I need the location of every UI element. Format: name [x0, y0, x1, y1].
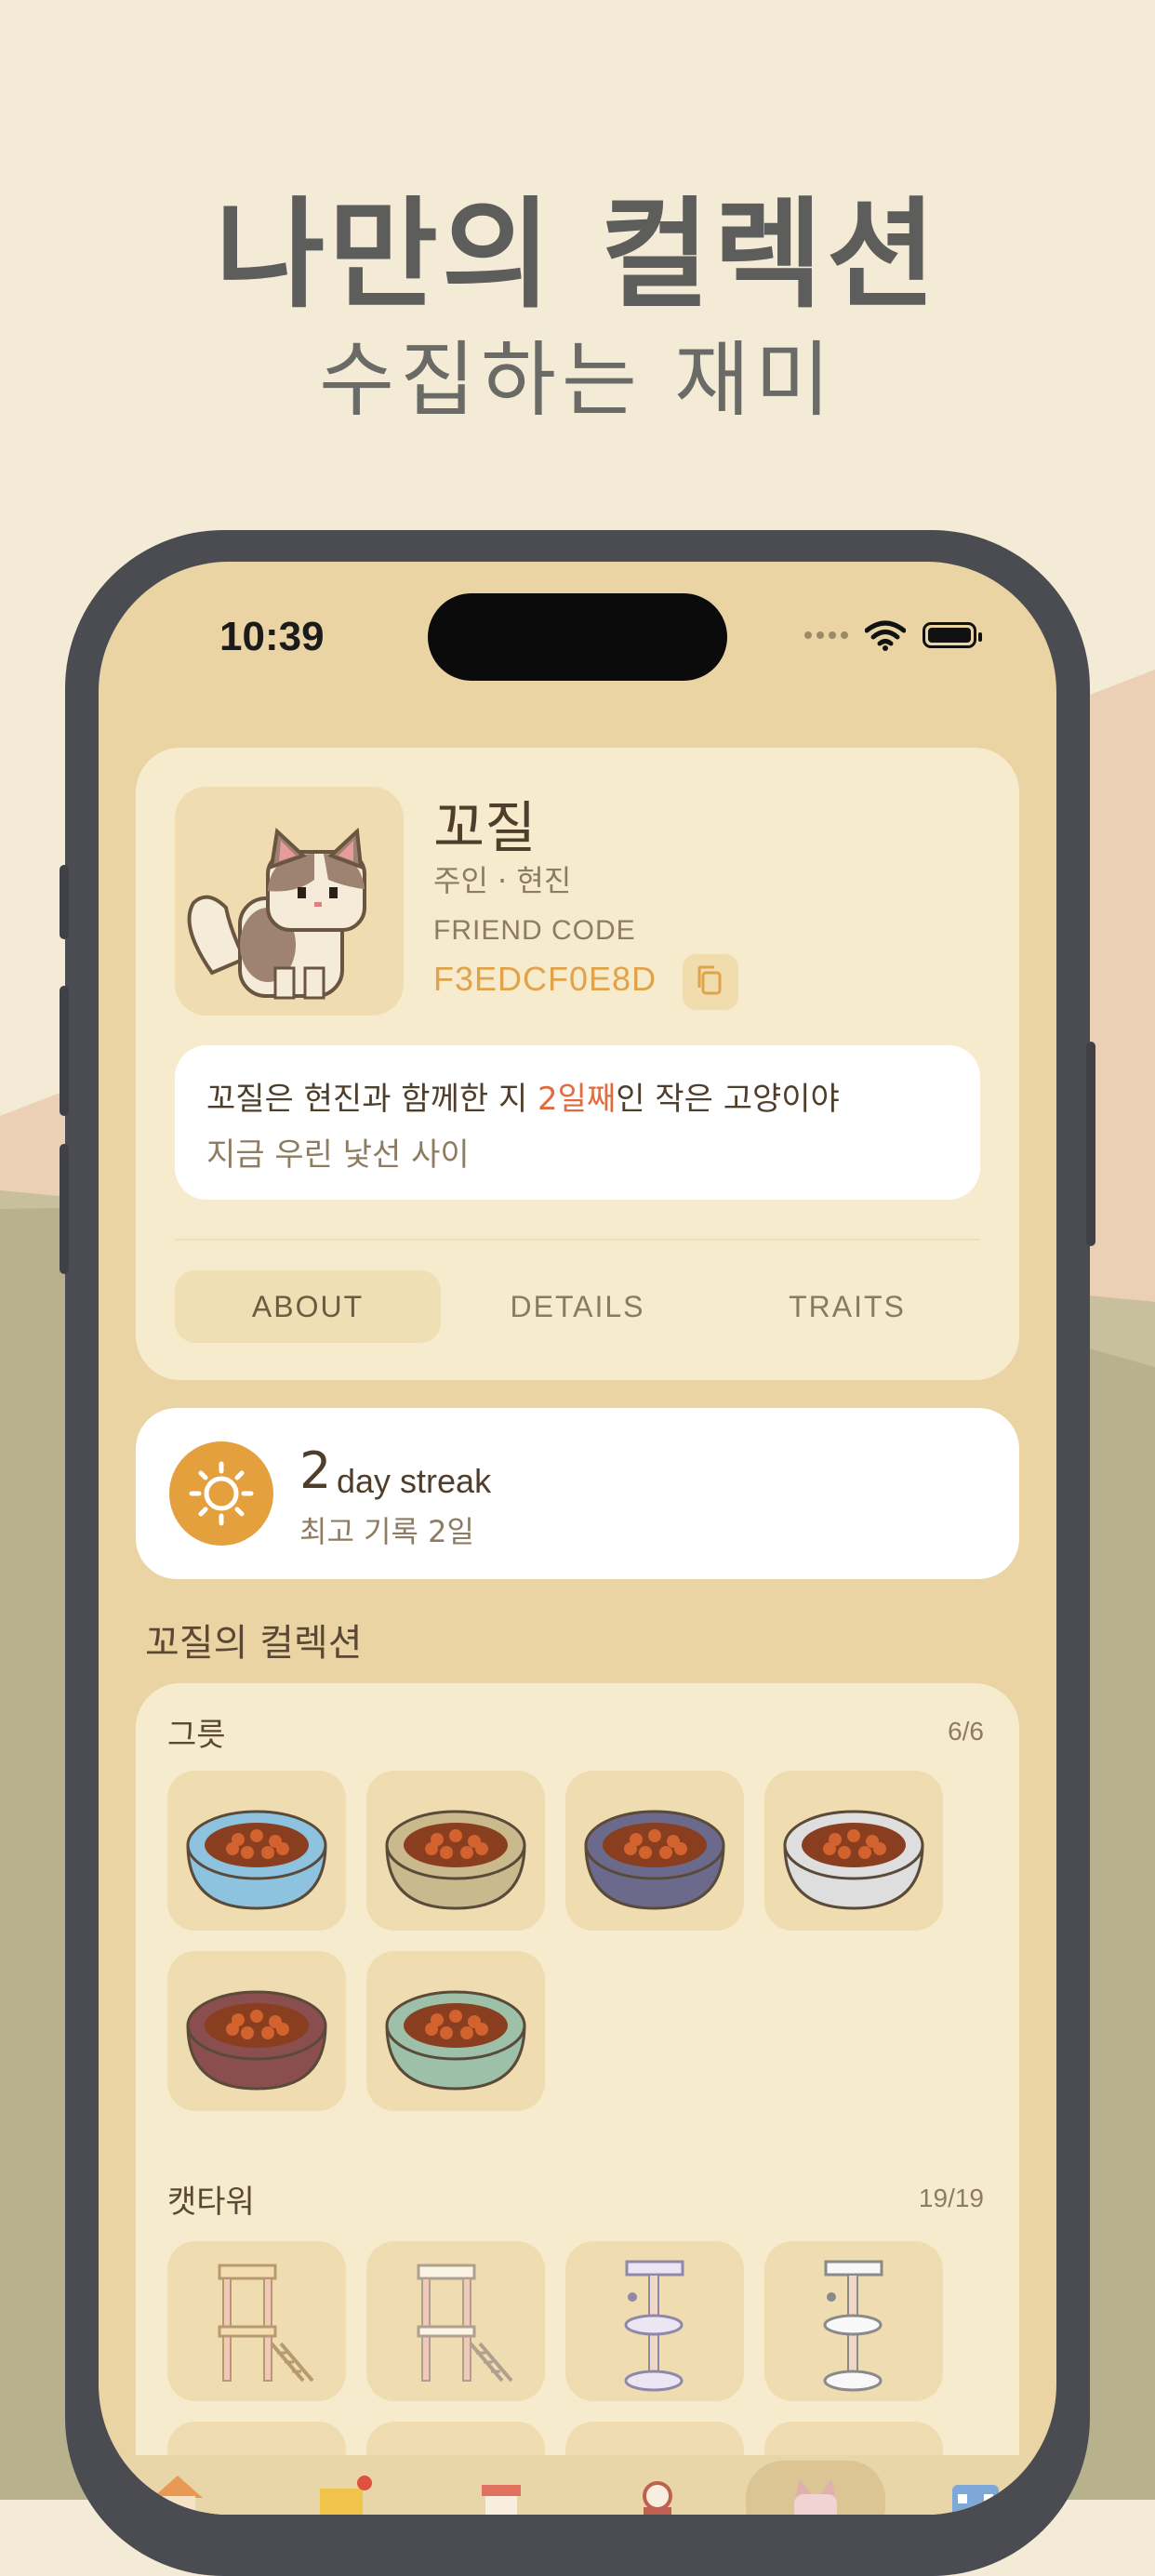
cat-towers-section-title: 캣타워: [167, 2184, 255, 2221]
headline-subtitle: 수집하는 재미: [319, 332, 836, 428]
bowl-item-blue-bowl[interactable]: [167, 1771, 346, 1931]
friend-code-label: FRIEND CODE: [433, 915, 636, 946]
cat-tower-item[interactable]: [565, 2241, 744, 2401]
side-button-silent: [60, 865, 69, 939]
bowl-item-beige-bowl[interactable]: [366, 1771, 545, 1931]
cat-message-bubble: 꼬질은 현진과 함께한 지 2일째인 작은 고양이야 지금 우린 낯선 사이: [175, 1045, 980, 1200]
days-together-highlight: 2일째: [538, 1081, 617, 1118]
bowl-icon: [783, 1810, 924, 1910]
envelope-icon[interactable]: [311, 2466, 376, 2515]
cat-tower-icon: [624, 2260, 684, 2392]
wifi-icon: [865, 620, 906, 651]
tab-details[interactable]: DETAILS: [445, 1270, 710, 1343]
copy-friend-code-button[interactable]: [683, 954, 738, 1010]
cat-message-prefix: 꼬질은 현진과 함께한 지: [206, 1081, 538, 1118]
cat-tower-item[interactable]: [764, 2241, 943, 2401]
collection-title: 꼬질의 컬렉션: [145, 1622, 363, 1665]
bowls-section-title: 그릇: [167, 1717, 226, 1754]
streak-card: 2 day streak 최고 기록 2일: [136, 1408, 1019, 1579]
side-button-volume-down: [60, 1144, 69, 1274]
collection-panel: 그릇 6/6 캣타워 19/19: [136, 1683, 1019, 2515]
cat-owner-line: 주인 · 현진: [433, 863, 572, 898]
phone-screen: 10:39 꼬질 주인 · 현진 FRIEND CODE F3EDCF0E8D …: [99, 562, 1056, 2515]
cat-message-line1: 꼬질은 현진과 함께한 지 2일째인 작은 고양이야: [206, 1073, 840, 1119]
game-icon[interactable]: [625, 2466, 690, 2515]
status-time: 10:39: [219, 614, 325, 659]
cat-pixel-art-icon: [187, 827, 366, 1000]
profile-card: 꼬질 주인 · 현진 FRIEND CODE F3EDCF0E8D 꼬질은 현진…: [136, 748, 1019, 1380]
cat-tower-item[interactable]: [366, 2241, 545, 2401]
bowl-item-mint-bowl[interactable]: [366, 1951, 545, 2111]
calendar-icon[interactable]: [943, 2466, 1008, 2515]
bowl-item-purple-bowl[interactable]: [565, 1771, 744, 1931]
battery-icon: [923, 622, 982, 648]
cat-message-suffix: 인 작은 고양이야: [616, 1081, 840, 1118]
shop-icon[interactable]: [469, 2466, 534, 2515]
tab-traits[interactable]: TRAITS: [714, 1270, 980, 1343]
bowls-section-count: 6/6: [948, 1717, 984, 1746]
streak-label: day streak: [337, 1462, 492, 1500]
divider: [175, 1239, 980, 1241]
cat-towers-section-count: 19/19: [918, 2184, 984, 2212]
cat-name: 꼬질: [433, 796, 537, 861]
bowl-icon: [186, 1990, 327, 2091]
friend-code-value: F3EDCF0E8D: [433, 960, 657, 998]
cat-avatar[interactable]: [175, 787, 404, 1016]
cat-tower-icon: [823, 2260, 883, 2392]
streak-count: 2: [299, 1441, 332, 1500]
streak-badge: [169, 1441, 273, 1546]
sun-icon: [189, 1461, 254, 1526]
cat-tower-item[interactable]: [167, 2241, 346, 2401]
home-icon[interactable]: [145, 2466, 210, 2515]
side-button-power: [1086, 1042, 1095, 1246]
side-button-volume-up: [60, 986, 69, 1116]
bowl-icon: [186, 1810, 327, 1910]
streak-best-record: 최고 기록 2일: [299, 1514, 474, 1549]
dynamic-island: [428, 593, 727, 681]
signal-dots-icon: [804, 631, 848, 639]
bottom-tab-bar: [99, 2455, 1056, 2515]
tab-about[interactable]: ABOUT: [175, 1270, 441, 1343]
cat-message-line2: 지금 우린 낯선 사이: [206, 1136, 470, 1174]
status-icons: [804, 619, 982, 651]
bowl-item-white-bowl[interactable]: [764, 1771, 943, 1931]
cat-tower-icon: [218, 2264, 314, 2383]
copy-icon: [697, 965, 722, 995]
bowl-icon: [385, 1810, 526, 1910]
bowl-icon: [385, 1990, 526, 2091]
cat-tower-icon: [417, 2264, 513, 2383]
headline-title: 나만의 컬렉션: [215, 186, 940, 325]
bowl-item-maroon-bowl[interactable]: [167, 1951, 346, 2111]
bowl-icon: [584, 1810, 725, 1910]
cat-icon[interactable]: [783, 2466, 848, 2515]
